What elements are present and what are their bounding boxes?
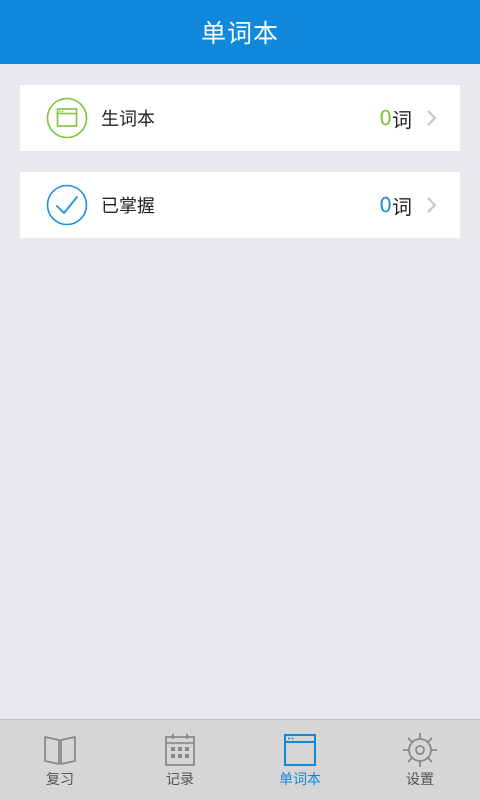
list-item-mastered[interactable]: 已掌握 0 词 [20, 172, 460, 238]
list-item-label: 生词本 [101, 109, 155, 130]
gear-icon [403, 733, 437, 767]
page-title: 单词本 [200, 19, 279, 48]
list-item-label: 已掌握 [101, 196, 155, 217]
tab-label: 记录 [166, 772, 194, 788]
list-item-new-words[interactable]: 生词本 0 词 [20, 85, 460, 151]
notebook-icon [284, 734, 316, 766]
title-bar: 单词本 [0, 0, 480, 64]
tab-settings[interactable]: 设置 [360, 720, 480, 800]
word-count: 0 [379, 193, 392, 217]
word-unit: 词 [392, 107, 412, 132]
book-icon [44, 736, 76, 765]
word-unit: 词 [392, 194, 412, 219]
tab-label: 复习 [46, 772, 74, 788]
bottom-tab-bar: 复习 记录 单词本 设置 [0, 719, 480, 800]
tab-review[interactable]: 复习 [0, 720, 120, 800]
tab-records[interactable]: 记录 [120, 720, 240, 800]
chevron-right-icon [427, 110, 437, 126]
word-count: 0 [379, 106, 392, 130]
tab-wordbook[interactable]: 单词本 [240, 720, 360, 800]
chevron-right-icon [427, 197, 437, 213]
checkmark-icon [46, 184, 88, 226]
tab-label: 单词本 [279, 772, 321, 788]
notebook-icon [46, 97, 88, 139]
calendar-icon [165, 734, 195, 766]
tab-label: 设置 [406, 772, 434, 788]
